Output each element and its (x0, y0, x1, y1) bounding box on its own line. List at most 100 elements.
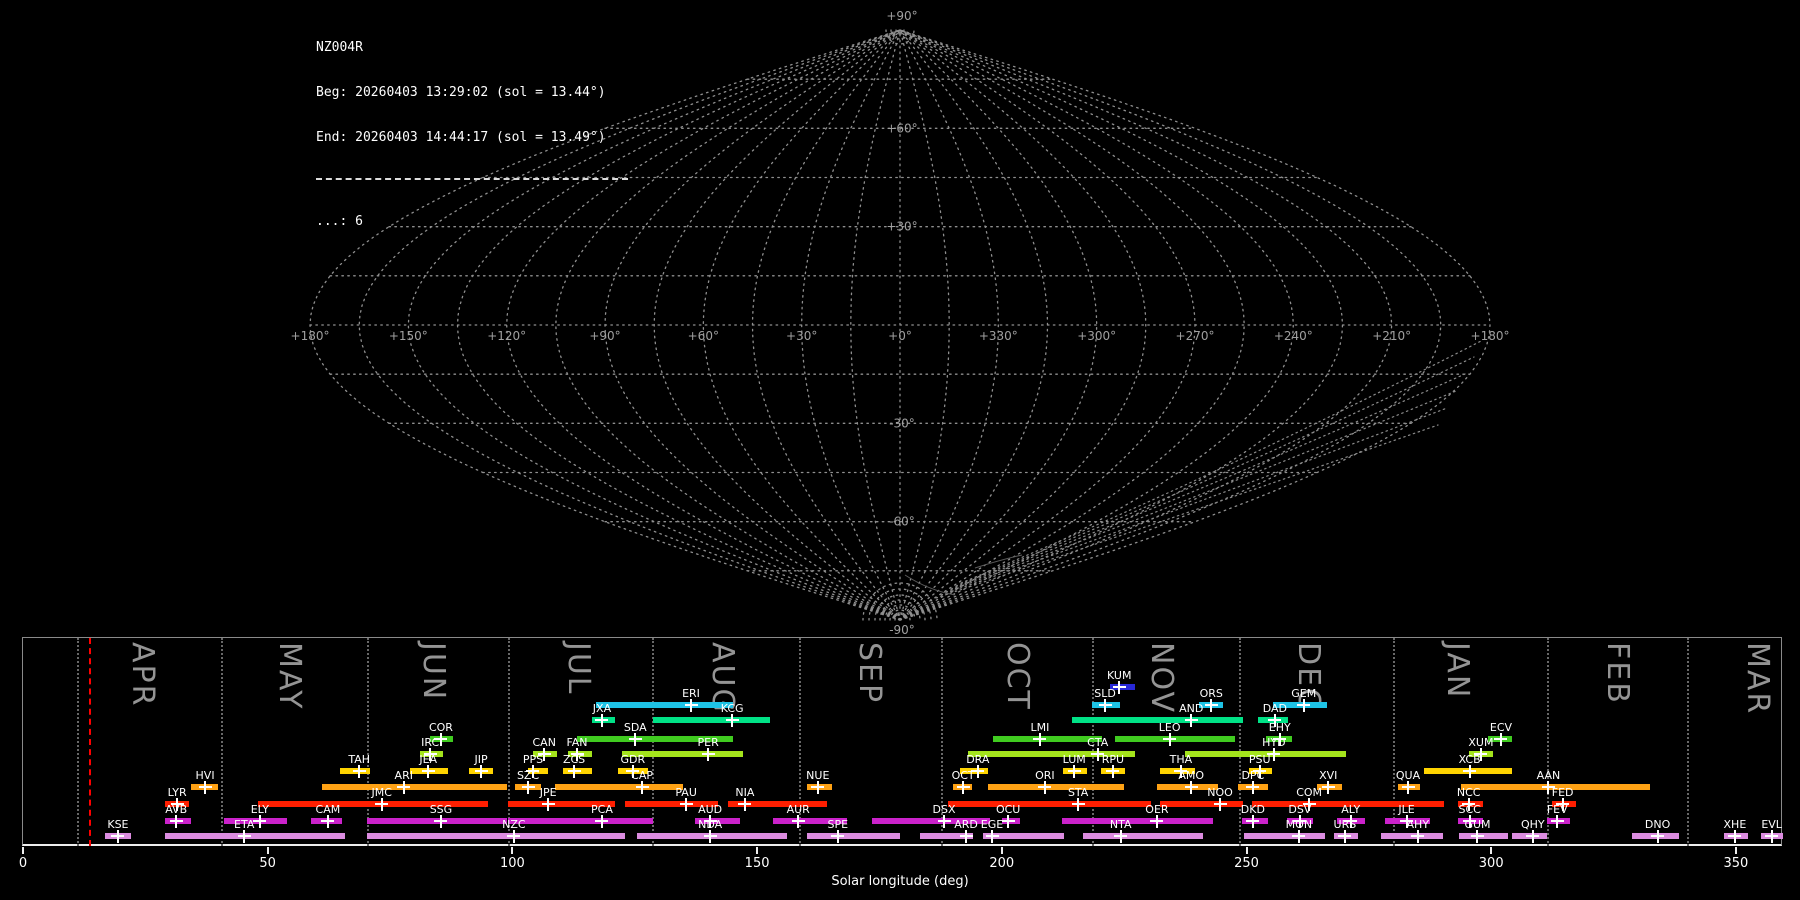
x-tick-label: 250 (1234, 856, 1259, 871)
shower-bar-ETA (164, 833, 346, 839)
shower-bar-MON (1244, 833, 1325, 839)
shower-peak-marker (1338, 829, 1352, 843)
shower-peak-marker (1292, 829, 1306, 843)
x-tick (266, 847, 269, 854)
shower-peak-marker (595, 713, 609, 727)
shower-label-GDR: GDR (620, 753, 646, 766)
latitude-label: +60° (886, 121, 917, 135)
shower-label-STA: STA (1067, 786, 1089, 799)
shower-label-PAU: PAU (675, 786, 697, 799)
shower-label-JMC: JMC (371, 786, 392, 799)
month-label: NOV (1143, 642, 1179, 715)
x-tick-label: 50 (259, 856, 276, 871)
shower-peak-marker (237, 829, 251, 843)
shower-label-QHY: QHY (1520, 818, 1545, 831)
shower-peak-marker (937, 814, 951, 828)
shower-label-XHE: XHE (1723, 818, 1747, 831)
shower-peak-marker (521, 780, 535, 794)
shower-bar-NOO (1159, 801, 1244, 807)
shower-label-HVI: HVI (195, 769, 215, 782)
shower-bar-LMI (992, 736, 1102, 742)
shower-label-PSU: PSU (1248, 753, 1271, 766)
shower-label-RPU: RPU (1101, 753, 1125, 766)
shower-label-SSG: SSG (429, 803, 453, 816)
x-tick (22, 847, 24, 854)
shower-peak-marker (321, 814, 335, 828)
shower-peak-marker (1204, 698, 1218, 712)
shower-label-PCA: PCA (591, 803, 613, 816)
shower-peak-marker (375, 797, 389, 811)
month-label: FEB (1600, 642, 1636, 705)
shower-label-ECV: ECV (1489, 721, 1513, 734)
shower-label-OER: OER (1145, 803, 1169, 816)
shower-peak-marker (725, 713, 739, 727)
shower-label-LMI: LMI (1030, 721, 1050, 734)
x-tick-label: 100 (499, 856, 525, 871)
shower-label-DKD: DKD (1240, 803, 1265, 816)
longitude-label: +150° (389, 329, 428, 343)
shower-label-KUM: KUM (1107, 669, 1132, 682)
shower-peak-marker (169, 814, 183, 828)
shower-label-NOO: NOO (1207, 786, 1233, 799)
month-label: MAY (272, 642, 308, 711)
shower-peak-marker (1067, 764, 1081, 778)
sky-map: +180° +150° +120° +90° +60° +30° +0° +330° +300°… (291, 9, 1510, 637)
shower-label-DSV: DSV (1288, 803, 1312, 816)
month-gridline (1393, 638, 1396, 846)
shower-label-SDA: SDA (623, 721, 647, 734)
shower-peak-marker (1071, 797, 1085, 811)
shower-peak-marker (507, 829, 521, 843)
shower-peak-marker (1001, 814, 1015, 828)
shower-bar-NZC (367, 833, 625, 839)
shower-peak-marker (111, 829, 125, 843)
south-pole-ring (879, 599, 921, 621)
shower-label-SPE: SPE (827, 818, 849, 831)
shower-label-JLE: JLE (1398, 803, 1415, 816)
latitude-label: +90° (886, 9, 917, 23)
meteor-tracks (935, 339, 1484, 599)
latitude-label: -90° (889, 623, 915, 637)
shower-bar-STA (947, 801, 1152, 807)
longitude-label: +240° (1274, 329, 1313, 343)
shower-label-SZC: SZC (516, 769, 540, 782)
x-tick (1734, 847, 1737, 854)
x-tick (1000, 847, 1003, 854)
longitude-label: +180° (291, 329, 330, 343)
shower-peak-marker (635, 780, 649, 794)
longitude-label: +300° (1077, 329, 1116, 343)
shower-peak-marker (1163, 732, 1177, 746)
shower-label-EHY: EHY (1268, 721, 1291, 734)
shower-label-GUM: GUM (1464, 818, 1491, 831)
shower-label-NUE: NUE (806, 769, 830, 782)
month-label: JUN (416, 642, 452, 702)
shower-peak-marker (541, 797, 555, 811)
x-tick-label: 300 (1478, 856, 1504, 871)
shower-label-ARI: ARI (394, 769, 413, 782)
shower-label-QUA: QUA (1395, 769, 1421, 782)
shower-label-TAH: TAH (348, 753, 371, 766)
shower-label-NZC: NZC (502, 818, 526, 831)
longitude-label: +330° (979, 329, 1018, 343)
shower-label-KCG: KCG (720, 702, 744, 715)
shower-label-AHY: AHY (1406, 818, 1430, 831)
x-tick (1245, 847, 1248, 854)
shower-label-FED: FED (1551, 786, 1574, 799)
shower-peak-marker (1033, 732, 1047, 746)
obs-end-line: End: 20260403 14:44:17 (sol = 13.49°) (316, 130, 606, 145)
shower-label-ERI: ERI (682, 687, 700, 700)
latitude-label: -60° (889, 515, 915, 529)
shower-peak-marker (1106, 764, 1120, 778)
shower-peak-marker (684, 698, 698, 712)
shower-label-ARD: ARD (954, 818, 978, 831)
shower-peak-marker (434, 814, 448, 828)
shower-peak-marker (831, 829, 845, 843)
shower-peak-marker (1401, 780, 1415, 794)
shower-label-XUM: XUM (1468, 736, 1494, 749)
shower-label-FEV: FEV (1546, 803, 1568, 816)
month-label: APR (125, 642, 161, 708)
shower-peak-marker (1246, 780, 1260, 794)
shower-bar-ORI (988, 784, 1124, 790)
shower-peak-marker (679, 797, 693, 811)
shower-label-JEA: JEA (419, 753, 438, 766)
shower-peak-marker (352, 764, 366, 778)
